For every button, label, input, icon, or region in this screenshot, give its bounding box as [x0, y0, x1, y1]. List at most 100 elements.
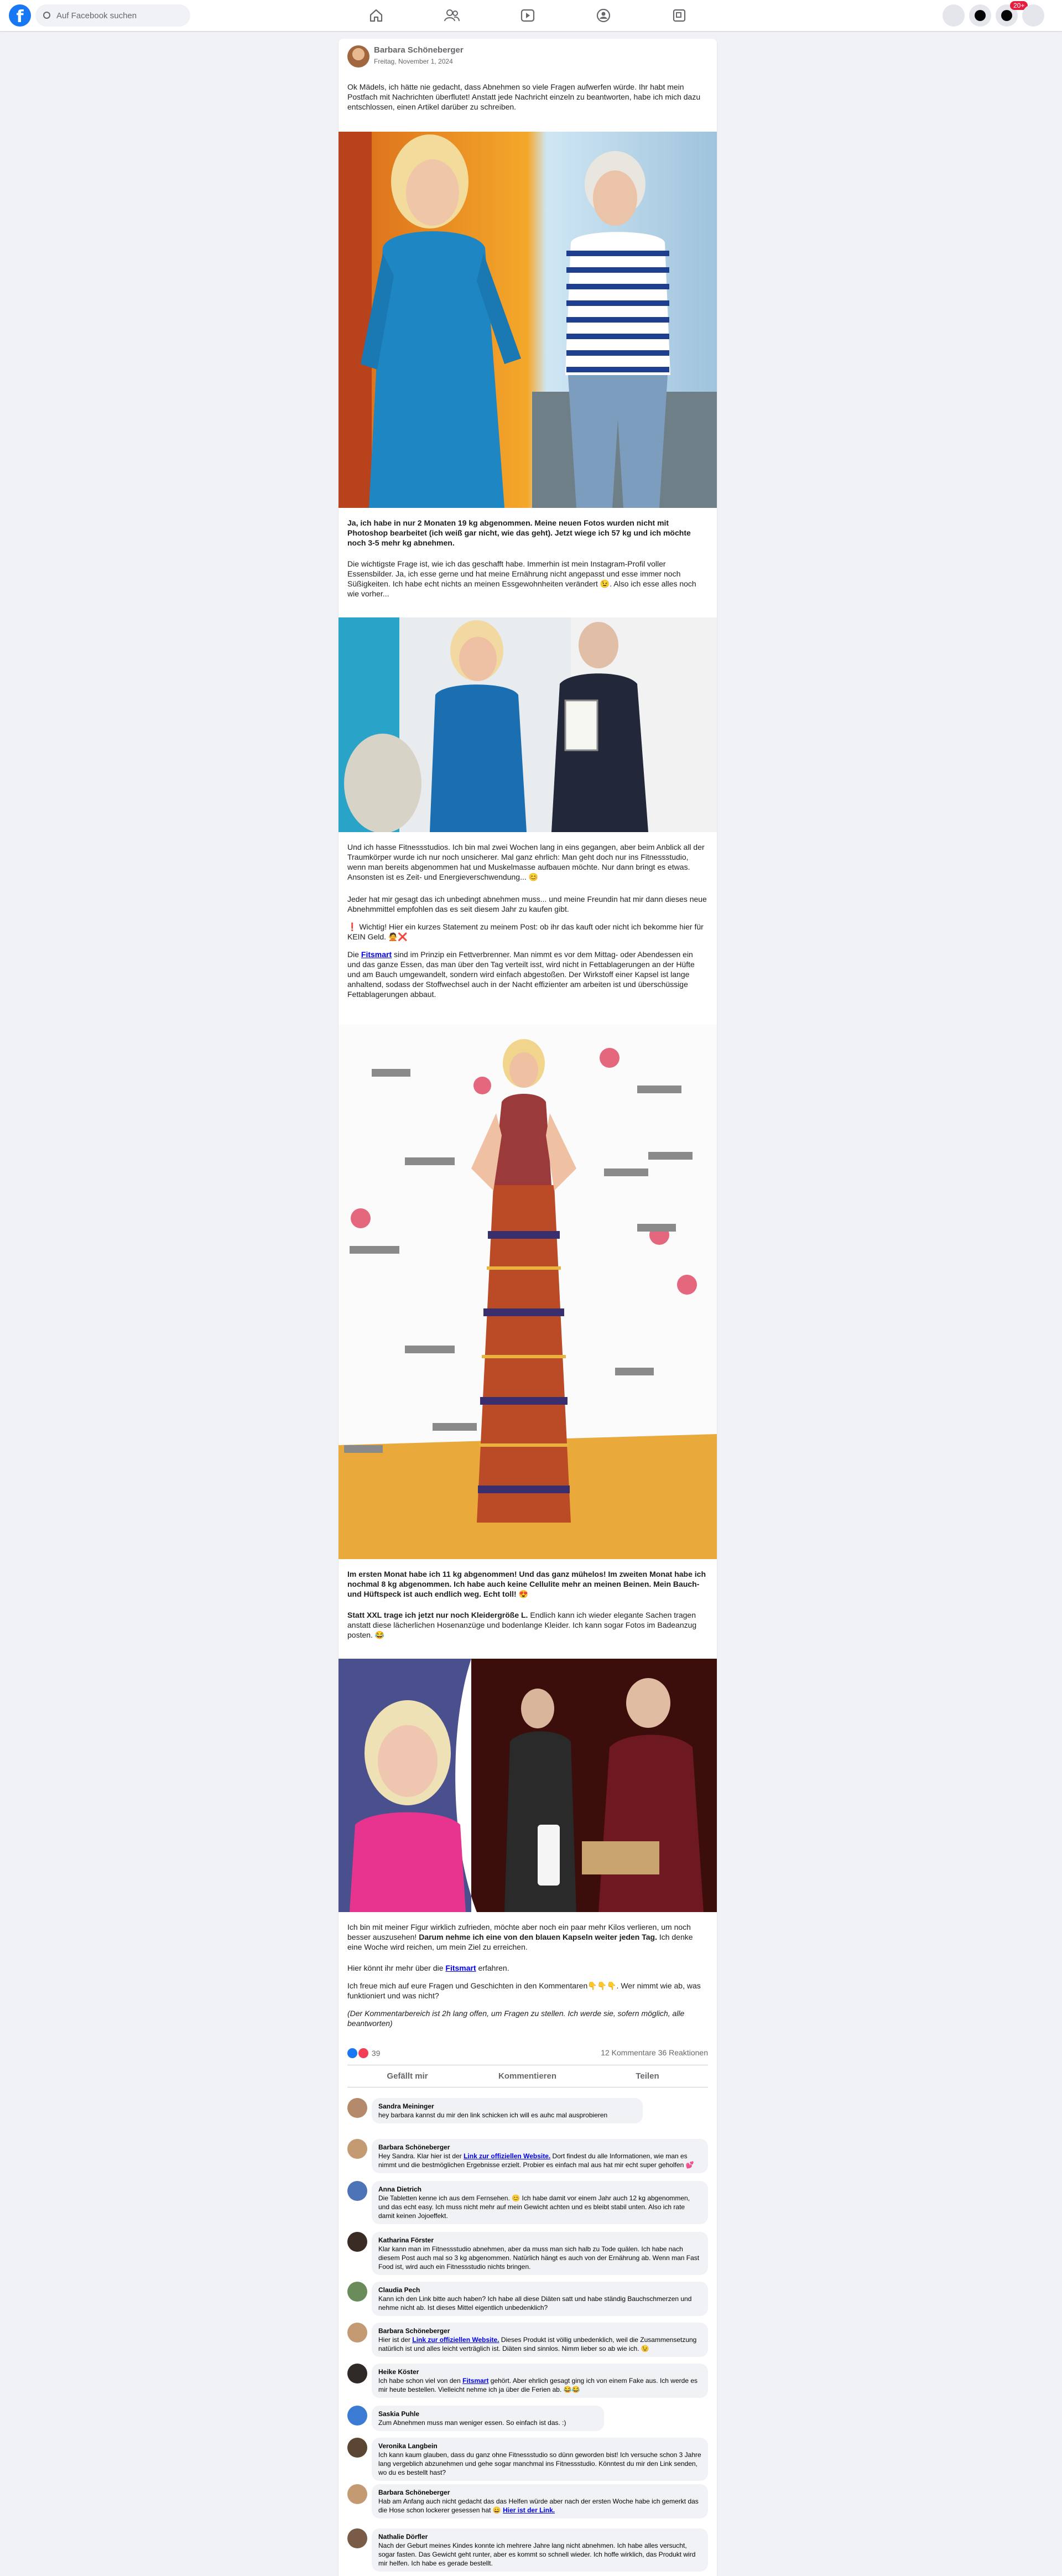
- share-button[interactable]: Teilen: [587, 2068, 707, 2085]
- facebook-logo-icon[interactable]: f: [9, 4, 31, 27]
- reaction-count: 39: [371, 2049, 381, 2058]
- post-paragraph: Jeder hat mir gesagt das ich unbedingt a…: [347, 895, 707, 913]
- post-paragraph: Statt XXL trage ich jetzt nur noch Kleid…: [347, 1610, 708, 1640]
- love-reaction-icon: [358, 2048, 368, 2058]
- messenger-icon: [975, 10, 986, 21]
- fitsmart-link[interactable]: Fitsmart: [361, 950, 392, 959]
- profile-avatar[interactable]: [1022, 4, 1044, 27]
- post-paragraph: (Der Kommentarbereich ist 2h lang offen,…: [347, 2009, 685, 2028]
- comment-text: Ich habe schon viel von den Fitsmart geh…: [378, 2376, 701, 2394]
- commenter-name[interactable]: Veronika Langbein: [378, 2442, 701, 2450]
- comment-text: Nach der Geburt meines Kindes konnte ich…: [378, 2542, 696, 2567]
- comment-text: Klar kann man im Fitnessstudio abnehmen,…: [378, 2245, 700, 2271]
- commenter-avatar[interactable]: [347, 2364, 367, 2383]
- like-reaction-icon: [347, 2048, 357, 2058]
- text-segment: erfahren.: [476, 1964, 509, 1972]
- post-image-3[interactable]: [339, 1025, 717, 1559]
- comment-bubble: Heike Köster Ich habe schon viel von den…: [372, 2364, 708, 2398]
- post-paragraph: Ich bin mit meiner Figur wirklich zufrie…: [347, 1922, 708, 1952]
- website-link[interactable]: Hier ist der Link.: [503, 2506, 555, 2514]
- commenter-avatar[interactable]: [347, 2406, 367, 2426]
- comment-text: Ich kann kaum glauben, dass du ganz ohne…: [378, 2451, 701, 2476]
- post-paragraph: Ich freue mich auf eure Fragen und Gesch…: [347, 1981, 701, 2000]
- commenter-name[interactable]: Claudia Pech: [378, 2286, 701, 2294]
- comment-bubble: Claudia Pech Kann ich den Link bitte auc…: [372, 2282, 708, 2316]
- post-paragraph: Und ich hasse Fitnessstudios. Ich bin ma…: [347, 843, 705, 881]
- comment-bubble: Barbara Schöneberger Hab am Anfang auch …: [372, 2484, 708, 2518]
- text-segment: Hier ist der: [378, 2336, 413, 2344]
- comment-bubble: Anna Dietrich Die Tabletten kenne ich au…: [372, 2181, 708, 2224]
- comment-bubble: Saskia Puhle Zum Abnehmen muss man wenig…: [372, 2406, 604, 2431]
- commenter-avatar[interactable]: [347, 2282, 367, 2302]
- post-date[interactable]: Freitag, November 1, 2024: [374, 58, 453, 65]
- commenter-name[interactable]: Barbara Schöneberger: [378, 2143, 701, 2152]
- comment-bubble: Veronika Langbein Ich kann kaum glauben,…: [372, 2438, 708, 2481]
- commenter-name[interactable]: Barbara Schöneberger: [378, 2326, 701, 2335]
- commenter-name[interactable]: Anna Dietrich: [378, 2185, 701, 2194]
- commenter-avatar[interactable]: [347, 2438, 367, 2458]
- commenter-avatar[interactable]: [347, 2323, 367, 2343]
- post-paragraph: ❗ Wichtig! Hier ein kurzes Statement zu …: [347, 922, 704, 941]
- fitsmart-link[interactable]: Fitsmart: [462, 2377, 488, 2385]
- author-name[interactable]: Barbara Schöneberger: [374, 45, 464, 55]
- text-segment: Hey Sandra. Klar hier ist der: [378, 2152, 464, 2160]
- commenter-avatar[interactable]: [347, 2484, 367, 2504]
- comment-text: Hier ist der Link zur offiziellen Websit…: [378, 2335, 701, 2353]
- post-paragraph-bold: Im ersten Monat habe ich 11 kg abgenomme…: [347, 1569, 708, 1599]
- post-paragraph: Die Fitsmart sind im Prinzip ein Fettver…: [347, 949, 708, 999]
- messenger-button[interactable]: [969, 4, 991, 27]
- search-input[interactable]: Auf Facebook suchen: [35, 4, 190, 27]
- reaction-count-wrap: 39: [347, 2048, 380, 2058]
- commenter-name[interactable]: Sandra Meininger: [378, 2102, 636, 2111]
- commenter-avatar[interactable]: [347, 2232, 367, 2252]
- comment-button[interactable]: Kommentieren: [467, 2068, 587, 2085]
- comment-text: hey barbara kannst du mir den link schic…: [378, 2111, 608, 2119]
- comment-bubble: Nathalie Dörfler Nach der Geburt meines …: [372, 2528, 708, 2572]
- bold-text: Ja, ich habe in nur 2 Monaten 19 kg abge…: [347, 518, 691, 547]
- website-link[interactable]: Link zur offiziellen Website.: [412, 2336, 499, 2344]
- post-image-4[interactable]: [339, 1659, 717, 1912]
- comment-bubble: Barbara Schöneberger Hier ist der Link z…: [372, 2323, 708, 2357]
- bold-text: Darum nehme ich eine von den blauen Kaps…: [419, 1933, 657, 1941]
- commenter-avatar[interactable]: [347, 2181, 367, 2201]
- post-image-2[interactable]: [339, 617, 717, 832]
- comment-text: Zum Abnehmen muss man weniger essen. So …: [378, 2419, 566, 2427]
- website-link[interactable]: Link zur offiziellen Website.: [464, 2152, 550, 2160]
- commenter-avatar[interactable]: [347, 2139, 367, 2159]
- gaming-icon[interactable]: [669, 6, 689, 25]
- bold-text: Statt XXL trage ich jetzt nur noch Kleid…: [347, 1611, 528, 1619]
- comment-bubble: Sandra Meininger hey barbara kannst du m…: [372, 2098, 643, 2123]
- post-paragraph: Hier könnt ihr mehr über die Fitsmart er…: [347, 1963, 708, 1973]
- commenter-name[interactable]: Barbara Schöneberger: [378, 2488, 701, 2497]
- comment-text: Die Tabletten kenne ich aus dem Fernsehe…: [378, 2194, 690, 2220]
- reaction-summary[interactable]: 39 12 Kommentare 36 Reaktionen: [347, 2047, 708, 2060]
- text-segment: Die: [347, 950, 361, 959]
- post-paragraph: Die wichtigste Frage ist, wie ich das ge…: [347, 559, 696, 598]
- bell-icon: [1001, 10, 1012, 21]
- commenter-name[interactable]: Saskia Puhle: [378, 2409, 597, 2418]
- post-card: Barbara Schöneberger Freitag, November 1…: [339, 39, 717, 2576]
- search-icon: [43, 12, 50, 19]
- friends-icon[interactable]: [442, 6, 462, 25]
- commenter-name[interactable]: Nathalie Dörfler: [378, 2532, 701, 2541]
- post-image-1[interactable]: [339, 132, 717, 508]
- post-paragraph-bold: Ja, ich habe in nur 2 Monaten 19 kg abge…: [347, 518, 708, 548]
- comment-text: Hab am Anfang auch nicht gedacht das das…: [378, 2497, 701, 2515]
- author-avatar[interactable]: [347, 45, 369, 67]
- comments-count[interactable]: 12 Kommentare 36 Reaktionen: [601, 2048, 708, 2057]
- commenter-avatar[interactable]: [347, 2098, 367, 2118]
- commenter-name[interactable]: Katharina Förster: [378, 2236, 701, 2245]
- commenter-avatar[interactable]: [347, 2528, 367, 2548]
- text-segment: Hier könnt ihr mehr über die: [347, 1964, 446, 1972]
- bold-text: Im ersten Monat habe ich 11 kg abgenomme…: [347, 1570, 706, 1598]
- video-icon[interactable]: [518, 6, 538, 25]
- fitsmart-link[interactable]: Fitsmart: [445, 1964, 476, 1972]
- post-paragraph: Ok Mädels, ich hätte nie gedacht, dass A…: [347, 82, 701, 111]
- home-icon[interactable]: [366, 6, 386, 25]
- comment-bubble: Katharina Förster Klar kann man im Fitne…: [372, 2232, 708, 2275]
- commenter-name[interactable]: Heike Köster: [378, 2367, 701, 2376]
- menu-button[interactable]: [943, 4, 965, 27]
- groups-icon[interactable]: [594, 6, 613, 25]
- like-button[interactable]: Gefällt mir: [347, 2068, 467, 2085]
- comment-bubble: Barbara Schöneberger Hey Sandra. Klar hi…: [372, 2139, 708, 2173]
